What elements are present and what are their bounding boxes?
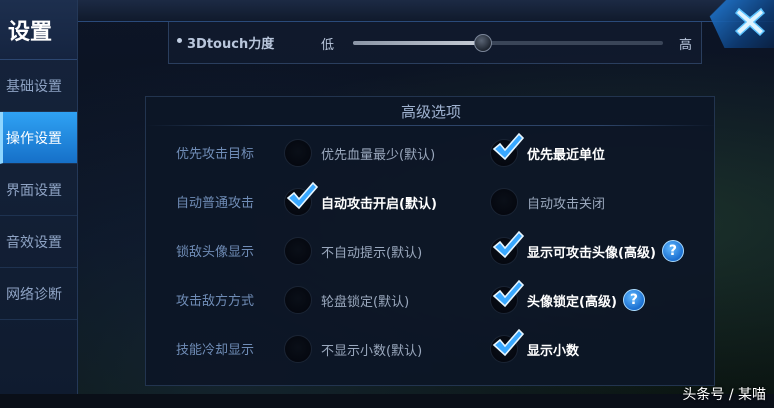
- option-row: 技能冷却显示 不显示小数(默认) 显示小数: [146, 328, 716, 369]
- watermark-text: 头条号 / 某喵: [682, 387, 766, 403]
- radio-circle[interactable]: [490, 132, 525, 167]
- option-row: 自动普通攻击 自动攻击开启(默认) 自动攻击关闭: [146, 181, 716, 222]
- title-divider: [146, 125, 716, 126]
- advanced-options-panel: 高级选项 优先攻击目标 优先血量最少(默认) 优先最近单位自动普通攻击 自动攻击开启(…: [145, 96, 716, 386]
- slider-high-label: 高: [679, 38, 693, 53]
- option-choice[interactable]: 头像锁定(高级)?: [490, 279, 645, 318]
- option-row: 优先攻击目标 优先血量最少(默认) 优先最近单位: [146, 132, 716, 173]
- touch-force-slider[interactable]: [353, 34, 663, 52]
- sidebar-title: 设置: [0, 0, 77, 60]
- bullet-dot: [177, 38, 182, 43]
- option-choice[interactable]: 优先最近单位: [490, 132, 606, 171]
- option-choice-label: 头像锁定(高级): [527, 294, 617, 310]
- option-choice-label: 自动攻击开启(默认): [321, 196, 437, 212]
- check-icon: [492, 279, 525, 308]
- check-icon: [492, 230, 525, 259]
- option-choice-label: 不自动提示(默认): [321, 245, 423, 261]
- radio-circle[interactable]: [284, 237, 312, 265]
- sidebar-item-3[interactable]: 音效设置: [0, 216, 77, 268]
- radio-circle[interactable]: [284, 335, 312, 363]
- option-choice[interactable]: 轮盘锁定(默认): [284, 282, 409, 318]
- option-choice-label: 优先最近单位: [527, 147, 606, 163]
- option-choice-label: 显示可攻击头像(高级): [527, 245, 656, 261]
- option-row: 攻击敌方方式 轮盘锁定(默认) 头像锁定(高级)?: [146, 279, 716, 320]
- touch-force-panel: 3Dtouch力度 低 高: [168, 22, 702, 64]
- option-choice[interactable]: 显示小数: [490, 328, 580, 367]
- option-choice[interactable]: 显示可攻击头像(高级)?: [490, 230, 684, 269]
- sidebar-item-1[interactable]: 操作设置: [0, 112, 77, 164]
- option-choice[interactable]: 自动攻击开启(默认): [284, 181, 437, 220]
- settings-sidebar: 设置 基础设置 操作设置 界面设置 音效设置 网络诊断: [0, 0, 78, 398]
- help-icon[interactable]: ?: [661, 240, 684, 262]
- option-choice-label: 自动攻击关闭: [527, 196, 606, 212]
- sidebar-item-0[interactable]: 基础设置: [0, 60, 77, 112]
- option-row-label: 锁敌头像显示: [176, 245, 255, 260]
- option-choice[interactable]: 不自动提示(默认): [284, 233, 422, 269]
- touch-force-label: 3Dtouch力度: [187, 37, 275, 52]
- check-icon: [492, 328, 525, 357]
- slider-low-label: 低: [321, 38, 335, 53]
- option-choice-label: 优先血量最少(默认): [321, 147, 436, 163]
- help-icon[interactable]: ?: [622, 289, 645, 311]
- slider-thumb[interactable]: [474, 34, 493, 52]
- radio-circle[interactable]: [490, 279, 525, 314]
- radio-circle[interactable]: [490, 188, 518, 216]
- option-row: 锁敌头像显示 不自动提示(默认) 显示可攻击头像(高级)?: [146, 230, 716, 271]
- radio-circle[interactable]: [490, 230, 525, 265]
- radio-circle[interactable]: [284, 286, 312, 314]
- option-row-label: 技能冷却显示: [176, 343, 255, 358]
- slider-fill: [353, 41, 484, 45]
- option-choice[interactable]: 不显示小数(默认): [284, 331, 422, 367]
- radio-circle[interactable]: [284, 139, 312, 167]
- option-choice-label: 显示小数: [527, 343, 580, 359]
- bottom-bar: [0, 394, 774, 408]
- top-bar: [0, 0, 774, 22]
- option-choice-label: 轮盘锁定(默认): [321, 294, 410, 310]
- option-choice-label: 不显示小数(默认): [321, 343, 423, 359]
- sidebar-nav: 基础设置 操作设置 界面设置 音效设置 网络诊断: [0, 60, 77, 320]
- close-button[interactable]: [730, 2, 770, 42]
- option-row-label: 攻击敌方方式: [176, 294, 255, 309]
- option-choice[interactable]: 自动攻击关闭: [490, 184, 605, 220]
- advanced-options-title: 高级选项: [400, 103, 461, 121]
- option-row-label: 自动普通攻击: [176, 196, 255, 211]
- option-row-label: 优先攻击目标: [176, 147, 255, 162]
- sidebar-item-2[interactable]: 界面设置: [0, 164, 77, 216]
- radio-circle[interactable]: [490, 328, 525, 363]
- radio-circle[interactable]: [284, 181, 319, 216]
- sidebar-item-4[interactable]: 网络诊断: [0, 268, 77, 320]
- close-icon: [734, 7, 766, 37]
- check-icon: [286, 181, 319, 210]
- check-icon: [492, 132, 525, 161]
- option-choice[interactable]: 优先血量最少(默认): [284, 135, 435, 171]
